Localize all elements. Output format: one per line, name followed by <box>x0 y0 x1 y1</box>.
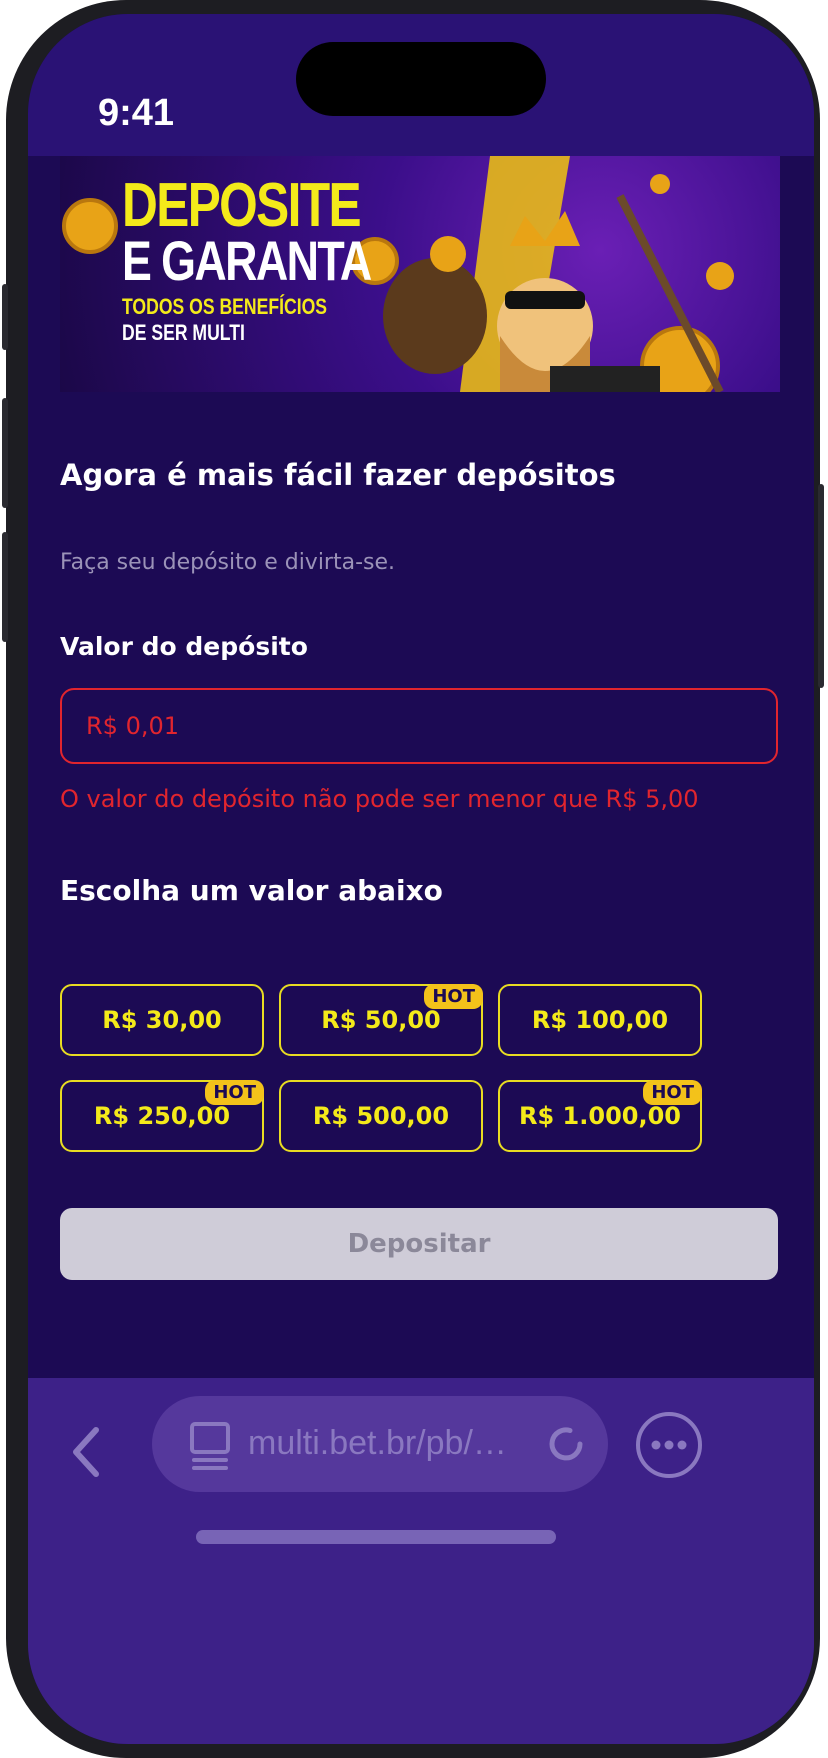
amount-option-label: R$ 50,00 <box>321 1006 441 1034</box>
amount-option-100[interactable]: R$ 100,00 <box>498 984 702 1056</box>
side-button-volume-down <box>2 532 8 642</box>
page-subtitle: Faça seu depósito e divirta-se. <box>60 550 396 575</box>
address-bar[interactable]: multi.bet.br/pb/… <box>152 1396 608 1492</box>
amount-option-250[interactable]: R$ 250,00 HOT <box>60 1080 264 1152</box>
banner-tagline: TODOS OS BENEFÍCIOS <box>122 294 328 319</box>
dynamic-island <box>296 42 546 116</box>
amount-option-50[interactable]: R$ 50,00 HOT <box>279 984 483 1056</box>
side-button-power <box>818 484 824 688</box>
banner-tagline-2: DE SER MULTI <box>122 320 245 345</box>
deposit-error-message: O valor do depósito não pode ser menor q… <box>60 785 699 813</box>
amount-option-label: R$ 100,00 <box>531 1006 669 1034</box>
amount-option-label: R$ 30,00 <box>102 1006 222 1034</box>
deposit-amount-label: Valor do depósito <box>60 632 308 661</box>
amount-option-label: R$ 1.000,00 <box>519 1102 681 1130</box>
status-bar: 9:41 <box>28 14 814 156</box>
hot-badge: HOT <box>643 1080 702 1105</box>
chevron-left-icon[interactable] <box>66 1422 106 1482</box>
promo-banner[interactable]: DEPOSITE E GARANTA TODOS OS BENEFÍCIOS D… <box>60 156 780 392</box>
hot-badge: HOT <box>424 984 483 1009</box>
amount-option-500[interactable]: R$ 500,00 <box>279 1080 483 1152</box>
banner-headline-2: E GARANTA <box>122 229 372 292</box>
side-button-silent <box>2 284 8 350</box>
amount-option-label: R$ 500,00 <box>312 1102 450 1130</box>
page-title: Agora é mais fácil fazer depósitos <box>60 458 616 492</box>
page-content: DEPOSITE E GARANTA TODOS OS BENEFÍCIOS D… <box>28 156 814 1562</box>
url-text: multi.bet.br/pb/… <box>248 1424 507 1462</box>
status-time: 9:41 <box>98 92 175 134</box>
deposit-amount-input[interactable] <box>60 688 778 764</box>
deposit-button[interactable]: Depositar <box>60 1208 778 1280</box>
amount-option-1000[interactable]: R$ 1.000,00 HOT <box>498 1080 702 1152</box>
reload-icon[interactable] <box>544 1422 588 1466</box>
page-icon <box>190 1422 230 1470</box>
phone-frame: 9:41 DEPOSITE E GARANTA TODOS OS BENEFÍC… <box>2 0 824 1758</box>
hot-badge: HOT <box>205 1080 264 1105</box>
more-icon[interactable] <box>634 1410 704 1480</box>
choose-amount-label: Escolha um valor abaixo <box>60 874 443 907</box>
screen: 9:41 DEPOSITE E GARANTA TODOS OS BENEFÍC… <box>28 14 814 1744</box>
side-button-volume-up <box>2 398 8 508</box>
amount-option-30[interactable]: R$ 30,00 <box>60 984 264 1056</box>
home-indicator[interactable] <box>196 1530 556 1544</box>
amount-option-label: R$ 250,00 <box>93 1102 231 1130</box>
browser-toolbar: multi.bet.br/pb/… <box>28 1378 814 1744</box>
